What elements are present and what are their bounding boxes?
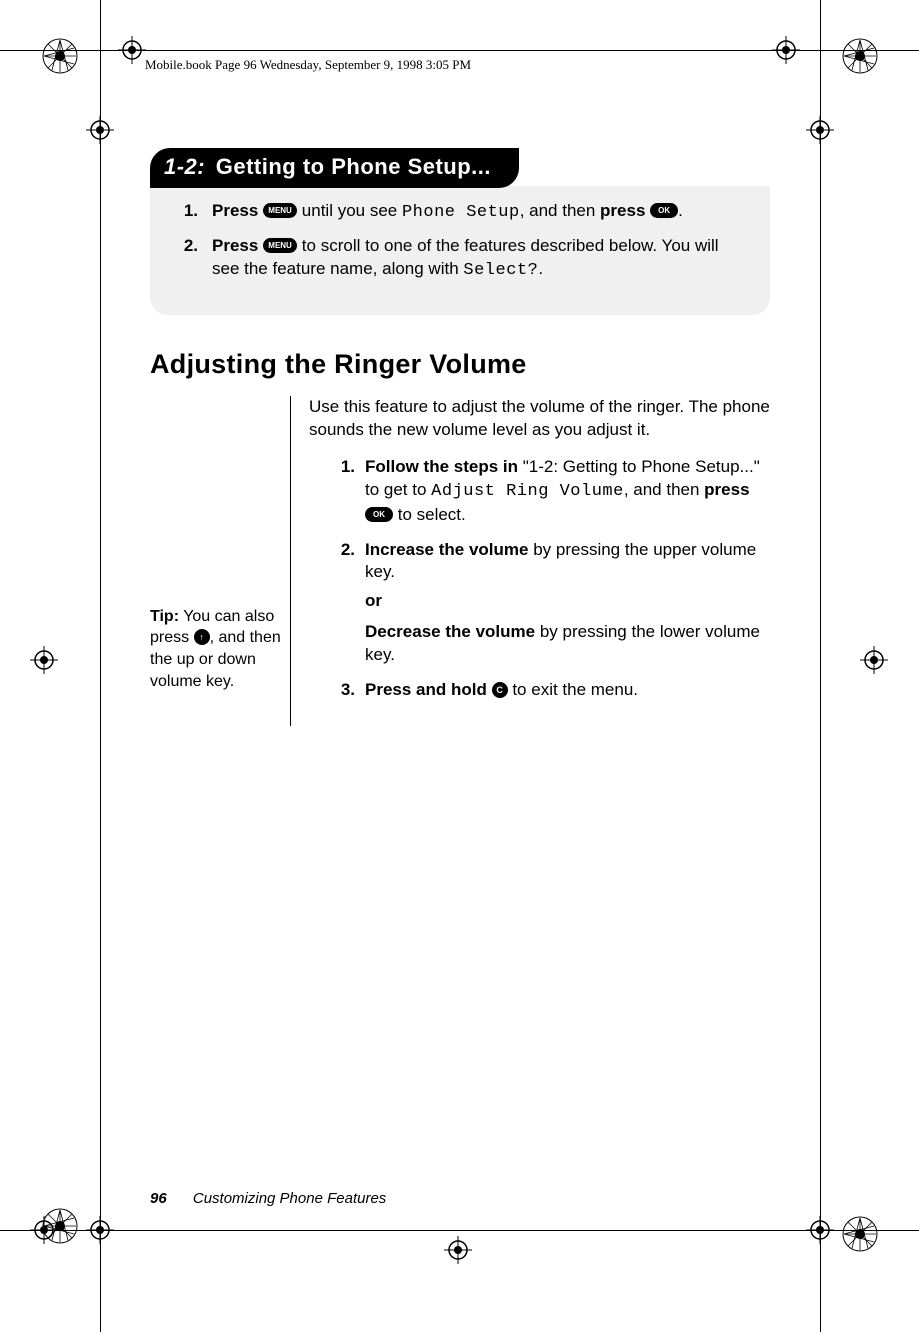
- running-header: Mobile.book Page 96 Wednesday, September…: [145, 57, 471, 73]
- or-text: or: [365, 590, 770, 613]
- registration-mark-icon: [30, 646, 58, 674]
- step-body: Increase the volume by pressing the uppe…: [365, 539, 770, 668]
- page-footer: 96 Customizing Phone Features: [150, 1190, 386, 1207]
- substep-1: 1. Follow the steps in "1-2: Getting to …: [309, 456, 770, 527]
- text: .: [538, 259, 543, 278]
- tip-label: Tip:: [150, 608, 179, 625]
- bold-text: Increase the volume: [365, 540, 528, 559]
- bold-text: Follow the steps in: [365, 457, 518, 476]
- procedure-steps-box: 1. Press MENU until you see Phone Setup,…: [150, 186, 770, 315]
- ok-key-icon: OK: [365, 507, 393, 522]
- page-number: 96: [150, 1190, 167, 1207]
- registration-mark-icon: [772, 36, 800, 64]
- step-number: 2.: [156, 235, 212, 283]
- main-column: Use this feature to adjust the volume of…: [309, 396, 770, 714]
- text: , and then: [520, 201, 600, 220]
- registration-mark-icon: [86, 116, 114, 144]
- bold-text: Press and hold: [365, 680, 487, 699]
- step-body: Press MENU until you see Phone Setup, an…: [212, 200, 750, 225]
- registration-mark-icon: [86, 1216, 114, 1244]
- crop-line-horizontal-bottom: [0, 1230, 919, 1231]
- bold-text: Press: [212, 201, 258, 220]
- step-1: 1. Press MENU until you see Phone Setup,…: [156, 200, 750, 225]
- step-2: 2. Press MENU to scroll to one of the fe…: [156, 235, 750, 283]
- step-number: 1.: [156, 200, 212, 225]
- bold-text: press: [600, 201, 645, 220]
- crop-line-vertical-right: [820, 0, 821, 1332]
- section-heading: Adjusting the Ringer Volume: [150, 349, 770, 380]
- up-arrow-key-icon: ↑: [194, 629, 210, 645]
- starburst-ornament-icon: [840, 36, 880, 76]
- bold-text: Decrease the volume: [365, 622, 535, 641]
- menu-key-icon: MENU: [263, 238, 297, 253]
- step-number: 1.: [309, 456, 365, 527]
- text: to select.: [393, 505, 466, 524]
- step-body: Press and hold C to exit the menu.: [365, 679, 770, 702]
- sub-steps-list: 1. Follow the steps in "1-2: Getting to …: [309, 456, 770, 702]
- step-body: Press MENU to scroll to one of the featu…: [212, 235, 750, 283]
- substep-3: 3. Press and hold C to exit the menu.: [309, 679, 770, 702]
- column-divider: [290, 396, 291, 726]
- footer-title: Customizing Phone Features: [193, 1190, 386, 1207]
- intro-paragraph: Use this feature to adjust the volume of…: [309, 396, 770, 442]
- starburst-ornament-icon: [40, 1206, 80, 1246]
- procedure-heading-pill: 1-2: Getting to Phone Setup...: [150, 148, 519, 188]
- registration-mark-icon: [860, 646, 888, 674]
- c-key-icon: C: [492, 682, 508, 698]
- procedure-title: Getting to Phone Setup...: [216, 154, 491, 179]
- starburst-ornament-icon: [840, 1214, 880, 1254]
- starburst-ornament-icon: [40, 36, 80, 76]
- menu-key-icon: MENU: [263, 203, 297, 218]
- step-number: 3.: [309, 679, 365, 702]
- procedure-number: 1-2:: [164, 154, 205, 179]
- bold-text: press: [704, 480, 749, 499]
- step-body: Follow the steps in "1-2: Getting to Pho…: [365, 456, 770, 527]
- step-number: 2.: [309, 539, 365, 668]
- registration-mark-icon: [806, 116, 834, 144]
- ok-key-icon: OK: [650, 203, 678, 218]
- registration-mark-icon: [118, 36, 146, 64]
- procedure-steps-list: 1. Press MENU until you see Phone Setup,…: [156, 200, 750, 283]
- text: , and then: [624, 480, 704, 499]
- lcd-text: Adjust Ring Volume: [431, 482, 624, 501]
- bold-text: Press: [212, 236, 258, 255]
- lcd-text: Select?: [463, 261, 538, 280]
- substep-2: 2. Increase the volume by pressing the u…: [309, 539, 770, 668]
- two-column-layout: Tip: You can also press ↑, and then the …: [150, 396, 770, 726]
- lcd-text: Phone Setup: [402, 203, 520, 222]
- registration-mark-icon: [806, 1216, 834, 1244]
- text: to exit the menu.: [508, 680, 638, 699]
- page-content: 1-2: Getting to Phone Setup... 1. Press …: [150, 148, 770, 726]
- text: until you see: [302, 201, 402, 220]
- tip-sidebar: Tip: You can also press ↑, and then the …: [150, 396, 290, 692]
- text: .: [678, 201, 683, 220]
- crop-line-vertical-left: [100, 0, 101, 1332]
- registration-mark-icon: [444, 1236, 472, 1264]
